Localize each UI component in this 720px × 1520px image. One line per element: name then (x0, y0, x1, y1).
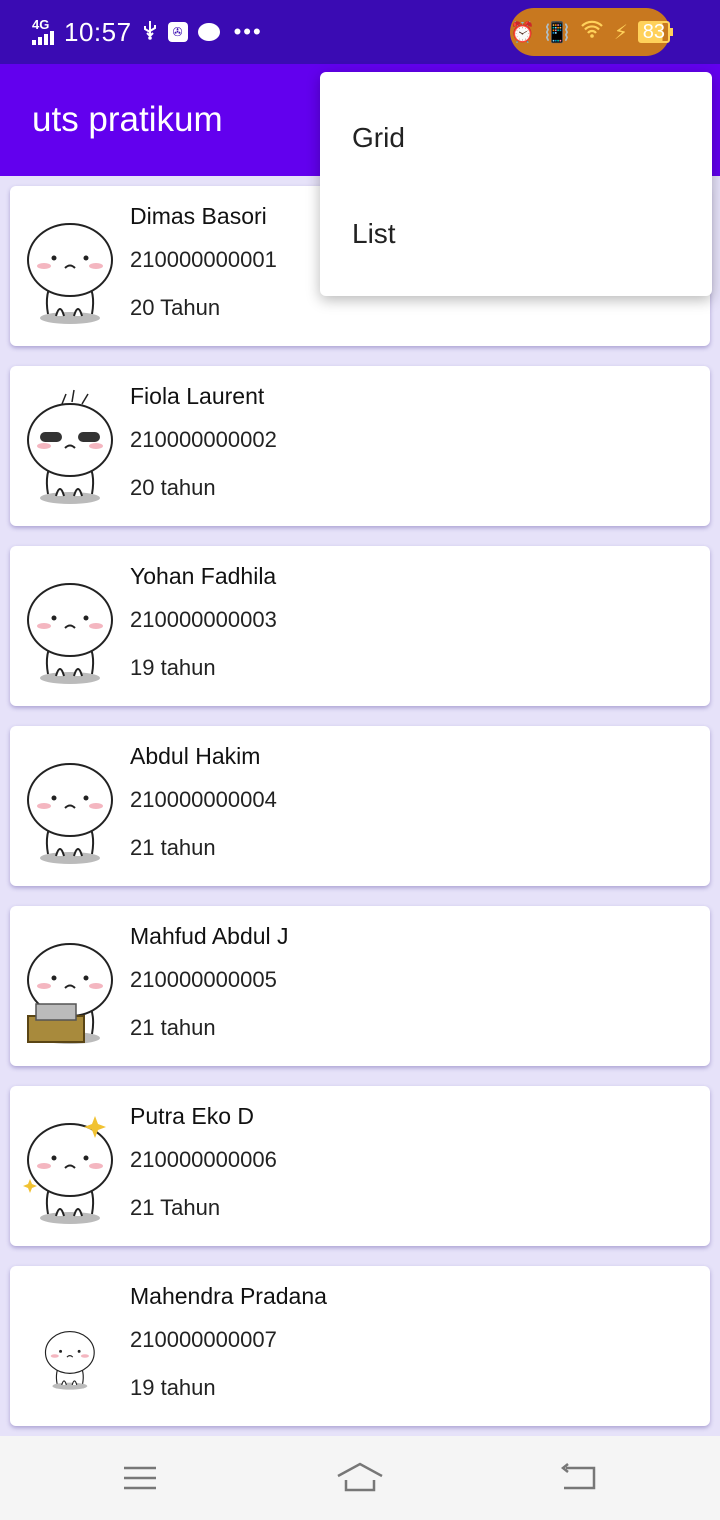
student-card[interactable]: Yohan Fadhila 210000000003 19 tahun (10, 546, 710, 706)
student-info: Yohan Fadhila 210000000003 19 tahun (130, 558, 277, 690)
avatar (22, 204, 118, 328)
student-list[interactable]: Dimas Basori 210000000001 20 Tahun Fiola La… (0, 176, 720, 1436)
avatar (22, 744, 118, 868)
student-card[interactable]: Putra Eko D 210000000006 21 Tahun (10, 1086, 710, 1246)
student-nim: 210000000007 (130, 1327, 277, 1352)
home-icon[interactable] (330, 1454, 390, 1502)
avatar (22, 1104, 118, 1228)
message-icon (197, 23, 220, 41)
student-avatar-small-face (44, 1331, 95, 1390)
menu-item-list[interactable]: List (352, 210, 692, 258)
menu-icon[interactable] (110, 1454, 170, 1502)
student-name: Fiola Laurent (130, 383, 265, 409)
status-pill: ⏰ 📳 ⚡ 83 (510, 8, 674, 56)
vibrate-icon: 📳 (544, 21, 570, 44)
student-nim: 210000000001 (130, 247, 277, 272)
student-info: Mahendra Pradana 210000000007 19 tahun (130, 1278, 327, 1410)
student-name: Dimas Basori (130, 203, 267, 229)
student-name: Mahfud Abdul J (130, 923, 289, 949)
student-name: Abdul Hakim (130, 743, 261, 769)
menu-item-grid[interactable]: Grid (352, 114, 692, 162)
student-nim: 210000000005 (130, 967, 277, 992)
student-name: Mahendra Pradana (130, 1283, 327, 1309)
student-nim: 210000000002 (130, 427, 277, 452)
student-card[interactable]: Mahfud Abdul J 210000000005 21 tahun (10, 906, 710, 1066)
charging-icon: ⚡ (613, 21, 628, 44)
overflow-menu: Grid List (320, 72, 712, 296)
student-name: Putra Eko D (130, 1103, 254, 1129)
student-info: Fiola Laurent 210000000002 20 tahun (130, 378, 277, 510)
student-age: 21 tahun (130, 1015, 216, 1040)
student-card[interactable]: Fiola Laurent 210000000002 20 tahun (10, 366, 710, 526)
back-icon[interactable] (550, 1454, 610, 1502)
network-type: 4G (32, 17, 50, 32)
student-age: 21 Tahun (130, 1195, 221, 1220)
wifi-icon (580, 19, 604, 45)
student-info: Abdul Hakim 210000000004 21 tahun (130, 738, 277, 870)
student-nim: 210000000003 (130, 607, 277, 632)
student-age: 20 tahun (130, 475, 216, 500)
avatar (22, 384, 118, 508)
avatar (22, 1284, 118, 1408)
alarm-icon: ⏰ (510, 21, 535, 44)
clock: 10:57 (64, 16, 132, 47)
student-name: Yohan Fadhila (130, 563, 277, 589)
student-age: 20 Tahun (130, 295, 221, 320)
battery-icon: 83 (637, 20, 674, 43)
student-age: 21 tahun (130, 835, 216, 860)
usb-debug-icon: ✇ (167, 22, 188, 42)
student-info: Mahfud Abdul J 210000000005 21 tahun (130, 918, 289, 1050)
battery-level: 83 (642, 20, 666, 43)
usb-icon (142, 20, 158, 44)
student-card[interactable]: Mahendra Pradana 210000000007 19 tahun (10, 1266, 710, 1426)
avatar (22, 924, 118, 1048)
navigation-bar (0, 1436, 720, 1520)
page-title: uts pratikum (32, 100, 223, 139)
more-notifications-icon: ••• (233, 19, 263, 44)
signal-icon: 4G (30, 17, 54, 47)
status-bar: 4G 10:57 ✇ ••• ⏰ 📳 ⚡ 83 (0, 0, 720, 64)
student-nim: 210000000004 (130, 787, 277, 812)
avatar (22, 564, 118, 688)
student-info: Putra Eko D 210000000006 21 Tahun (130, 1098, 277, 1230)
student-card[interactable]: Abdul Hakim 210000000004 21 tahun (10, 726, 710, 886)
student-age: 19 tahun (130, 655, 216, 680)
student-nim: 210000000006 (130, 1147, 277, 1172)
student-info: Dimas Basori 210000000001 20 Tahun (130, 198, 277, 330)
student-age: 19 tahun (130, 1375, 216, 1400)
